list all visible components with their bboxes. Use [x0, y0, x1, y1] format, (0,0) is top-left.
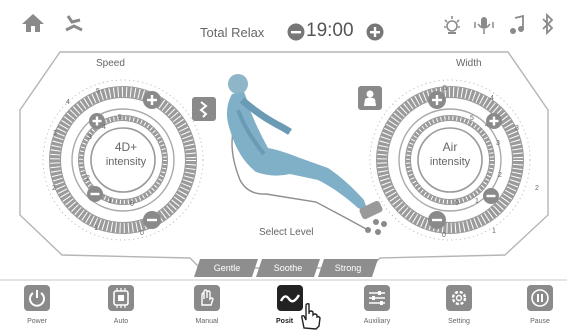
home-icon[interactable] [20, 12, 46, 34]
auto-icon [113, 288, 129, 308]
recline-icon[interactable] [62, 12, 88, 34]
back-zone-button[interactable] [192, 97, 216, 121]
level-tab-soothe[interactable]: Soothe [260, 259, 316, 277]
width-dial-subtitle: intensity [429, 156, 471, 168]
speed-outer-1: 1 [94, 225, 98, 232]
auto-label: Auto [113, 318, 129, 325]
massage-chair-figure [226, 74, 387, 235]
setting-label: Setting [448, 318, 470, 325]
speed-outer-0: 0 [140, 230, 144, 237]
width-inner-0: 0 [455, 200, 459, 207]
speed-outer-5: 5 [96, 88, 100, 95]
width-outer-4: 4 [490, 95, 494, 102]
speed-inner-0: 0 [130, 201, 134, 208]
speed-label: Speed [96, 58, 125, 69]
speed-inner-plus-button[interactable] [88, 112, 106, 130]
width-inner-1: 1 [475, 198, 479, 205]
width-label: Width [456, 58, 482, 69]
auxiliary-label: Auxiliary [363, 318, 391, 325]
speed-outer-3: 3 [53, 130, 57, 137]
gear-icon [451, 290, 467, 306]
light-icon[interactable] [442, 14, 462, 36]
speed-dial-title: 4D+ [114, 140, 138, 154]
width-outer-plus-button[interactable] [427, 90, 447, 110]
width-inner-3: 3 [496, 140, 500, 147]
select-level-label: Select Level [259, 227, 314, 238]
width-outer-minus-button[interactable] [427, 210, 447, 230]
hand-icon [201, 289, 214, 306]
power-button[interactable] [24, 285, 50, 311]
speed-inner-1: 1 [108, 198, 112, 205]
manual-label: Manual [195, 318, 219, 325]
pause-icon [531, 289, 549, 307]
level-tab-gentle[interactable]: Gentle [199, 259, 255, 277]
width-outer-2: 2 [535, 185, 539, 192]
width-inner-minus-button[interactable] [482, 187, 500, 205]
timer-increase-button[interactable] [366, 23, 384, 41]
power-label: Power [27, 318, 47, 325]
speed-outer-plus-button[interactable] [142, 90, 162, 110]
screen: Total Relax 19:00 Speed Width 4D+ intens… [0, 0, 567, 331]
bluetooth-icon[interactable] [540, 13, 556, 35]
speed-inner-5: 5 [118, 114, 122, 121]
width-dial-title: Air [442, 140, 458, 154]
width-inner-2: 2 [498, 172, 502, 179]
speed-dial-subtitle: intensity [105, 156, 147, 168]
speed-inner-minus-button[interactable] [86, 185, 104, 203]
speed-inner-3: 3 [88, 134, 92, 141]
auto-button[interactable] [108, 285, 134, 311]
width-inner-plus-button[interactable] [485, 112, 503, 130]
speed-inner-2: 2 [86, 175, 90, 182]
auxiliary-button[interactable] [364, 285, 390, 311]
speed-outer-minus-button[interactable] [142, 210, 162, 230]
timer-decrease-button[interactable] [287, 23, 305, 41]
width-outer-0: 0 [442, 232, 446, 239]
timer-display: 19:00 [306, 20, 354, 41]
width-outer-3: 3 [515, 125, 519, 132]
speed-outer-2: 2 [52, 185, 56, 192]
power-icon [29, 290, 45, 307]
page-title: Total Relax [200, 25, 265, 40]
manual-button[interactable] [194, 285, 220, 311]
sliders-icon [369, 291, 385, 305]
voice-icon[interactable] [473, 14, 495, 36]
pause-button[interactable] [527, 285, 553, 311]
music-icon[interactable] [508, 14, 526, 36]
width-inner-5: 5 [470, 115, 474, 122]
pointer-hand-icon [301, 303, 321, 330]
setting-button[interactable] [446, 285, 472, 311]
width-outer-1: 1 [492, 228, 496, 235]
pause-label: Pause [530, 318, 550, 325]
speed-outer-4: 4 [66, 99, 70, 106]
level-tab-strong[interactable]: Strong [320, 259, 376, 277]
